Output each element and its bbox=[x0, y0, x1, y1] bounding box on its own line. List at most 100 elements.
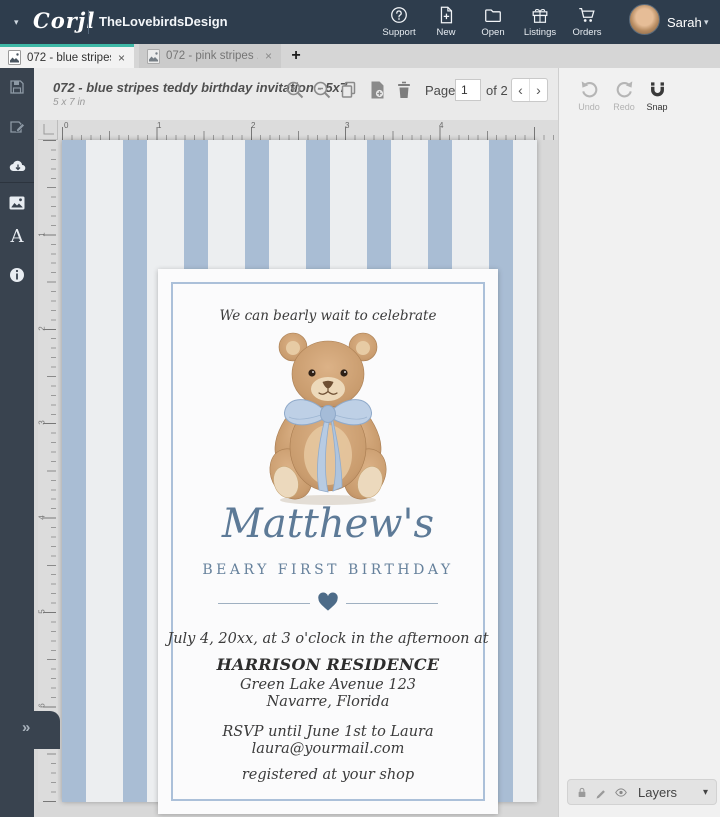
page-count: of 2 bbox=[486, 83, 508, 98]
listings-label: Listings bbox=[523, 27, 557, 38]
undo-icon bbox=[581, 81, 597, 98]
document-size: 5 x 7 in bbox=[53, 97, 86, 108]
invitation-rsvp-text[interactable]: RSVP until June 1st to Laura bbox=[158, 724, 498, 740]
page-number-input[interactable] bbox=[455, 79, 481, 101]
user-name[interactable]: Sarah bbox=[667, 15, 702, 30]
ruler-corner-icon bbox=[43, 124, 54, 135]
document-toolbar: 072 - blue stripes teddy birthday invita… bbox=[34, 68, 558, 120]
tab-close-icon[interactable]: × bbox=[264, 49, 273, 63]
image-tool-button[interactable] bbox=[9, 196, 25, 212]
invitation-address-line1[interactable]: Green Lake Avenue 123 bbox=[158, 677, 498, 693]
design-page[interactable]: We can bearly wait to celebrate Matthew'… bbox=[62, 140, 537, 814]
duplicate-icon bbox=[341, 81, 356, 98]
sidebar-footer: » bbox=[0, 711, 60, 749]
new-label: New bbox=[436, 27, 456, 38]
tab-close-icon[interactable]: × bbox=[117, 51, 126, 65]
text-tool-button[interactable]: A bbox=[9, 226, 25, 247]
redo-icon bbox=[616, 81, 632, 98]
invitation-email-text[interactable]: laura@yourmail.com bbox=[158, 741, 498, 757]
expand-panel-button[interactable]: » bbox=[22, 719, 30, 736]
invitation-card[interactable]: We can bearly wait to celebrate Matthew'… bbox=[158, 269, 498, 814]
user-menu-caret-icon[interactable]: ▾ bbox=[704, 17, 709, 28]
delete-button[interactable] bbox=[394, 80, 414, 100]
zoom-in-button[interactable] bbox=[285, 80, 305, 100]
download-button[interactable] bbox=[9, 158, 26, 174]
ruler-number: 3 bbox=[345, 121, 350, 130]
open-button[interactable]: Open bbox=[471, 5, 515, 38]
ruler-corner bbox=[38, 120, 58, 140]
invitation-registry-text[interactable]: registered at your shop bbox=[158, 767, 498, 783]
layers-panel-header[interactable]: Layers ▾ bbox=[567, 779, 717, 805]
ruler-number: 1 bbox=[157, 121, 162, 130]
new-button[interactable]: New bbox=[424, 5, 468, 38]
invitation-intro-text[interactable]: We can bearly wait to celebrate bbox=[158, 308, 498, 324]
redo-button[interactable]: Redo bbox=[608, 80, 640, 112]
orders-label: Orders bbox=[572, 27, 602, 38]
listings-button[interactable]: Listings bbox=[518, 5, 562, 38]
save-button[interactable] bbox=[9, 79, 25, 95]
tab-label: 072 - blue stripes ... bbox=[27, 51, 111, 64]
invitation-datetime-text[interactable]: July 4, 20xx, at 3 o'clock in the aftern… bbox=[158, 631, 498, 647]
lock-icon[interactable] bbox=[576, 786, 588, 799]
app-menu-caret-icon[interactable]: ▾ bbox=[14, 17, 19, 28]
ruler-number: 0 bbox=[64, 121, 69, 130]
tab-label: 072 - pink stripes ... bbox=[166, 50, 258, 62]
divider-line-right bbox=[346, 603, 438, 604]
right-panel: Undo Redo Snap Layers ▾ bbox=[558, 68, 720, 817]
gift-icon bbox=[532, 8, 548, 23]
pencil-icon[interactable] bbox=[595, 786, 607, 799]
teddy-bear-illustration[interactable] bbox=[253, 326, 403, 508]
save-as-button[interactable] bbox=[9, 119, 25, 135]
image-file-icon bbox=[8, 50, 21, 65]
ruler-number: 3 bbox=[38, 420, 47, 425]
ruler-number: 6 bbox=[38, 703, 47, 708]
orders-button[interactable]: Orders bbox=[565, 5, 609, 38]
image-icon bbox=[9, 196, 25, 210]
invitation-venue-text[interactable]: HARRISON RESIDENCE bbox=[158, 655, 498, 674]
info-icon bbox=[10, 268, 24, 282]
next-page-button[interactable]: › bbox=[530, 79, 547, 101]
undo-label: Undo bbox=[578, 102, 600, 112]
undo-button[interactable]: Undo bbox=[573, 80, 605, 112]
tab-pink-stripes[interactable]: 072 - pink stripes ... × bbox=[139, 44, 281, 68]
ruler-number: 2 bbox=[38, 326, 47, 331]
eye-icon[interactable] bbox=[614, 786, 628, 799]
invitation-address-line2[interactable]: Navarre, Florida bbox=[158, 694, 498, 710]
header-divider bbox=[88, 10, 89, 34]
app-logo[interactable]: Corjl bbox=[33, 8, 95, 33]
new-tab-button[interactable]: + bbox=[286, 46, 306, 66]
layers-caret-icon[interactable]: ▾ bbox=[703, 787, 708, 798]
add-page-icon bbox=[371, 81, 384, 99]
ruler-number: 4 bbox=[439, 121, 444, 130]
redo-label: Redo bbox=[613, 102, 635, 112]
text-tool-icon: A bbox=[10, 226, 24, 247]
duplicate-button[interactable] bbox=[339, 80, 359, 100]
open-label: Open bbox=[481, 27, 505, 38]
save-icon bbox=[10, 80, 24, 94]
page-navigation: ‹ › bbox=[511, 78, 548, 102]
new-file-icon bbox=[440, 6, 453, 24]
snap-button[interactable]: Snap bbox=[641, 80, 673, 112]
folder-icon bbox=[485, 9, 501, 22]
sidebar-divider bbox=[0, 182, 34, 183]
zoom-out-button[interactable] bbox=[312, 80, 332, 100]
previous-page-button[interactable]: ‹ bbox=[512, 79, 530, 101]
user-avatar[interactable] bbox=[629, 4, 660, 35]
info-button[interactable] bbox=[9, 267, 25, 283]
magnet-icon bbox=[650, 82, 664, 97]
heart-icon[interactable] bbox=[317, 592, 339, 612]
question-circle-icon bbox=[391, 7, 407, 23]
invitation-name-text[interactable]: Matthew's bbox=[158, 501, 498, 547]
page-label: Page bbox=[425, 83, 456, 98]
tab-blue-stripes[interactable]: 072 - blue stripes ... × bbox=[0, 44, 134, 68]
horizontal-ruler[interactable]: 0 1 2 3 4 bbox=[58, 120, 558, 140]
ruler-number: 4 bbox=[38, 515, 47, 520]
vertical-ruler[interactable]: 1 2 3 4 5 6 bbox=[38, 140, 58, 802]
support-button[interactable]: Support bbox=[377, 5, 421, 38]
trash-icon bbox=[398, 81, 410, 98]
invitation-subtitle-text[interactable]: BEARY FIRST BIRTHDAY bbox=[158, 562, 498, 578]
workspace-name: TheLovebirdsDesign bbox=[99, 14, 228, 29]
add-page-button[interactable] bbox=[367, 80, 387, 100]
divider-line-left bbox=[218, 603, 310, 604]
tools-sidebar: A bbox=[0, 68, 34, 817]
